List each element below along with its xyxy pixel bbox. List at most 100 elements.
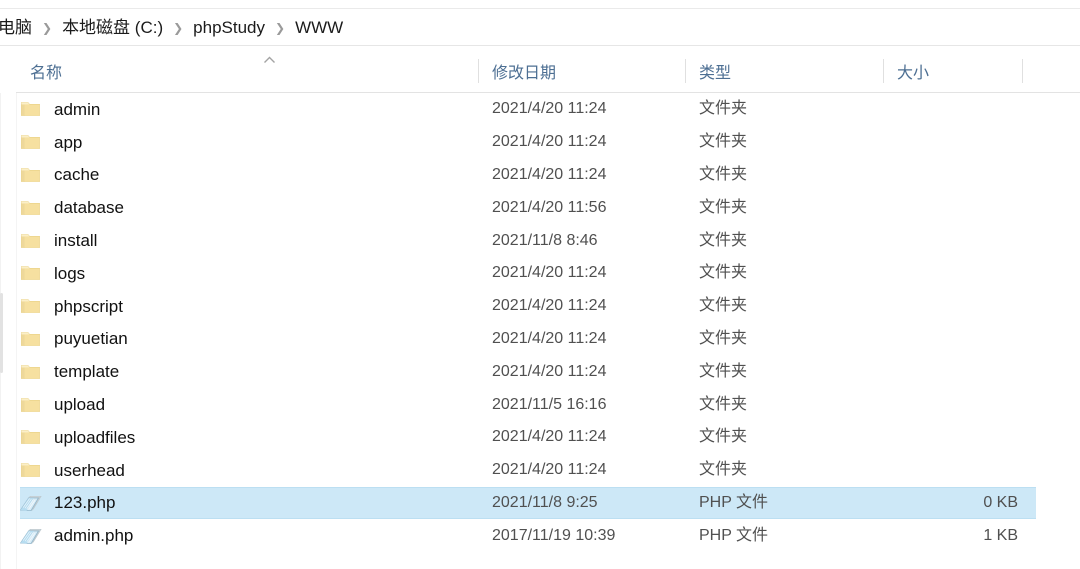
- file-size-cell: [897, 323, 1036, 356]
- file-row[interactable]: cache 2021/4/20 11:24 文件夹: [0, 159, 1080, 192]
- file-name-cell[interactable]: phpscript: [20, 290, 478, 323]
- column-header-label: 大小: [897, 65, 930, 82]
- column-header-name[interactable]: 名称: [16, 50, 478, 92]
- file-size-cell: 0 KB: [897, 487, 1036, 520]
- folder-icon: [20, 131, 42, 153]
- column-resize-handle-1[interactable]: [478, 59, 479, 83]
- file-type-cell: 文件夹: [699, 93, 897, 126]
- breadcrumb-item-4[interactable]: WWW: [293, 19, 345, 36]
- file-row[interactable]: userhead 2021/4/20 11:24 文件夹: [0, 454, 1080, 487]
- folder-icon: [20, 164, 42, 186]
- file-date-label: 2021/4/20 11:24: [492, 100, 607, 118]
- file-name-cell[interactable]: cache: [20, 159, 478, 192]
- file-type-cell: 文件夹: [699, 191, 897, 224]
- file-date-label: 2021/11/8 9:25: [492, 493, 598, 511]
- file-name-cell[interactable]: 123.php: [20, 487, 478, 520]
- file-row[interactable]: install 2021/11/8 8:46 文件夹: [0, 224, 1080, 257]
- column-header-size[interactable]: 大小: [883, 50, 1022, 92]
- file-row[interactable]: app 2021/4/20 11:24 文件夹: [0, 126, 1080, 159]
- file-type-label: 文件夹: [699, 329, 748, 347]
- file-date-cell: 2021/11/8 8:46: [492, 224, 685, 257]
- file-row[interactable]: phpscript 2021/4/20 11:24 文件夹: [0, 290, 1080, 323]
- file-name-cell[interactable]: userhead: [20, 454, 478, 487]
- file-type-label: 文件夹: [699, 362, 748, 380]
- folder-icon: [20, 426, 42, 448]
- file-name-cell[interactable]: database: [20, 191, 478, 224]
- file-name-cell[interactable]: template: [20, 355, 478, 388]
- file-row[interactable]: logs 2021/4/20 11:24 文件夹: [0, 257, 1080, 290]
- file-date-cell: 2021/4/20 11:56: [492, 191, 685, 224]
- file-date-label: 2021/4/20 11:24: [492, 428, 607, 446]
- file-row[interactable]: puyuetian 2021/4/20 11:24 文件夹: [0, 323, 1080, 356]
- file-name-cell[interactable]: logs: [20, 257, 478, 290]
- file-type-label: PHP 文件: [699, 526, 769, 544]
- file-type-cell: 文件夹: [699, 290, 897, 323]
- file-date-cell: 2021/4/20 11:24: [492, 355, 685, 388]
- file-date-label: 2021/4/20 11:56: [492, 198, 607, 216]
- file-type-cell: 文件夹: [699, 454, 897, 487]
- folder-icon: [20, 394, 42, 416]
- column-resize-handle-4[interactable]: [1022, 59, 1023, 83]
- file-row[interactable]: database 2021/4/20 11:56 文件夹: [0, 191, 1080, 224]
- file-date-label: 2021/4/20 11:24: [492, 461, 607, 479]
- file-name-cell[interactable]: app: [20, 126, 478, 159]
- window-top-strip: [0, 0, 1080, 9]
- file-name-label: database: [54, 198, 124, 218]
- file-date-label: 2021/4/20 11:24: [492, 362, 607, 380]
- file-row-selected[interactable]: 123.php 2021/11/8 9:25 PHP 文件 0 KB: [0, 486, 1080, 520]
- file-name-cell[interactable]: admin.php: [20, 519, 478, 552]
- file-type-label: PHP 文件: [699, 493, 769, 511]
- file-date-cell: 2021/4/20 11:24: [492, 290, 685, 323]
- file-name-cell[interactable]: puyuetian: [20, 323, 478, 356]
- column-header-label: 修改日期: [492, 65, 557, 82]
- file-name-label: cache: [54, 165, 100, 185]
- column-header-type[interactable]: 类型: [685, 50, 883, 92]
- folder-icon: [20, 98, 42, 120]
- file-date-cell: 2017/11/19 10:39: [492, 519, 685, 552]
- file-name-label: 123.php: [54, 493, 116, 513]
- file-date-label: 2021/11/8 8:46: [492, 231, 598, 249]
- file-row[interactable]: admin.php 2017/11/19 10:39 PHP 文件 1 KB: [0, 519, 1080, 552]
- file-name-cell[interactable]: upload: [20, 388, 478, 421]
- file-list[interactable]: admin 2021/4/20 11:24 文件夹 app 2021/4/20 11:2…: [0, 93, 1080, 569]
- file-size-cell: [897, 454, 1036, 487]
- file-type-cell: 文件夹: [699, 126, 897, 159]
- file-type-cell: PHP 文件: [699, 487, 897, 520]
- file-name-label: admin.php: [54, 526, 134, 546]
- file-name-label: admin: [54, 99, 101, 119]
- file-row[interactable]: template 2021/4/20 11:24 文件夹: [0, 355, 1080, 388]
- column-resize-handle-3[interactable]: [883, 59, 884, 83]
- file-row[interactable]: uploadfiles 2021/4/20 11:24 文件夹: [0, 421, 1080, 454]
- folder-icon: [20, 328, 42, 350]
- file-type-label: 文件夹: [699, 231, 748, 249]
- file-date-label: 2021/4/20 11:24: [492, 329, 607, 347]
- file-size-cell: [897, 421, 1036, 454]
- file-name-cell[interactable]: install: [20, 224, 478, 257]
- file-name-cell[interactable]: admin: [20, 93, 478, 126]
- column-resize-handle-2[interactable]: [685, 59, 686, 83]
- address-bar[interactable]: 电脑 ❯ 本地磁盘 (C:) ❯ phpStudy ❯ WWW: [0, 9, 1080, 46]
- file-row[interactable]: upload 2021/11/5 16:16 文件夹: [0, 388, 1080, 421]
- file-date-cell: 2021/4/20 11:24: [492, 454, 685, 487]
- breadcrumb-item-2[interactable]: 本地磁盘 (C:): [60, 19, 165, 36]
- file-name-label: phpscript: [54, 296, 123, 316]
- file-explorer-window: 电脑 ❯ 本地磁盘 (C:) ❯ phpStudy ❯ WWW 名称 修改日期 类型 大小 adm…: [0, 0, 1080, 569]
- breadcrumb-item-3[interactable]: phpStudy: [191, 19, 267, 36]
- file-type-cell: 文件夹: [699, 355, 897, 388]
- file-date-label: 2021/11/5 16:16: [492, 395, 607, 413]
- column-header-date[interactable]: 修改日期: [478, 50, 685, 92]
- file-row[interactable]: admin 2021/4/20 11:24 文件夹: [0, 93, 1080, 126]
- folder-icon: [20, 295, 42, 317]
- breadcrumb-item-1[interactable]: 电脑: [0, 19, 34, 36]
- file-date-cell: 2021/4/20 11:24: [492, 159, 685, 192]
- php-file-icon: [20, 492, 42, 514]
- breadcrumb[interactable]: 电脑 ❯ 本地磁盘 (C:) ❯ phpStudy ❯ WWW: [0, 19, 345, 36]
- file-size-cell: [897, 355, 1036, 388]
- folder-icon: [20, 459, 42, 481]
- file-size-cell: [897, 388, 1036, 421]
- file-name-cell[interactable]: uploadfiles: [20, 421, 478, 454]
- file-size-label: 0 KB: [983, 493, 1018, 511]
- column-header-bar: 名称 修改日期 类型 大小: [16, 50, 1080, 93]
- file-date-cell: 2021/11/8 9:25: [492, 487, 685, 520]
- file-name-label: logs: [54, 263, 86, 283]
